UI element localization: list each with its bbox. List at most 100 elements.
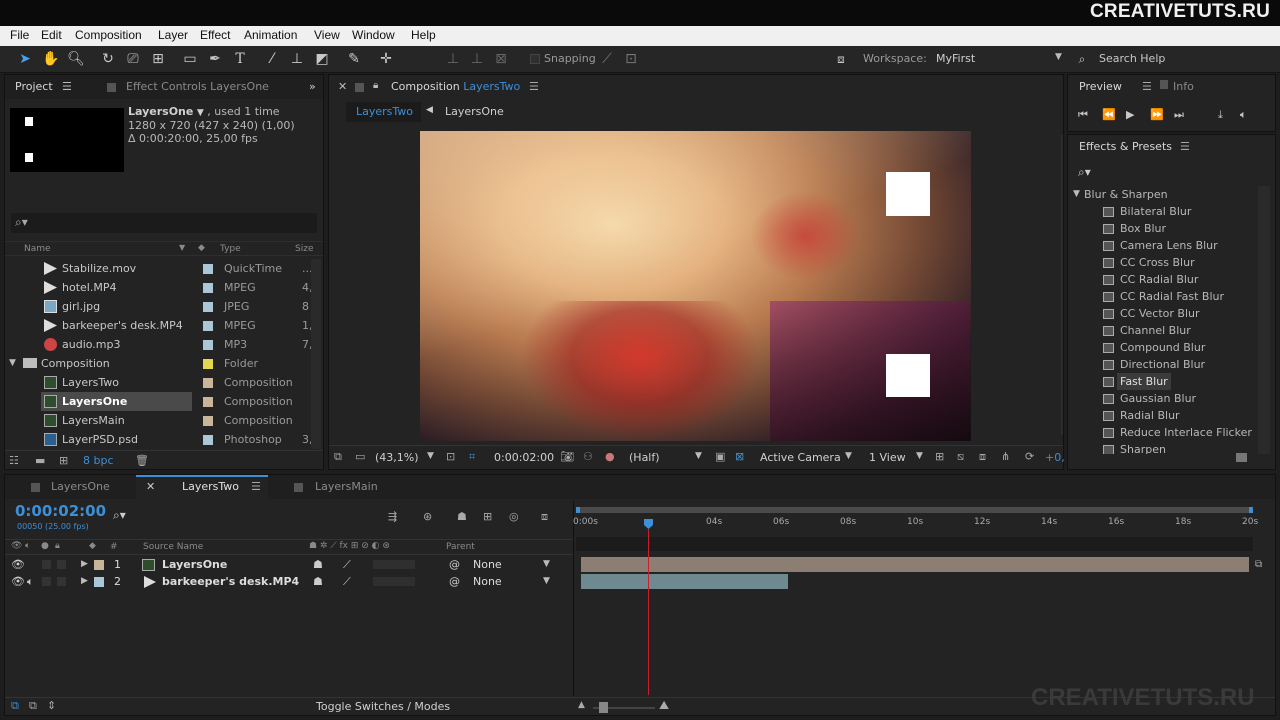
lock-box[interactable] — [57, 560, 66, 569]
panel-overflow-icon[interactable]: » — [309, 75, 316, 99]
local-axis-icon[interactable]: ⊥ — [444, 50, 462, 68]
col-name-header[interactable]: Name — [24, 244, 51, 254]
transfer-controls-icon[interactable]: ⧉ — [29, 699, 37, 713]
rectangle-tool-icon[interactable]: ▭ — [181, 50, 199, 68]
world-axis-icon[interactable]: ⊥ — [468, 50, 486, 68]
project-scrollbar[interactable] — [311, 259, 321, 449]
list-item[interactable]: Stabilize.mov QuickTime ... — [5, 259, 313, 278]
list-item[interactable]: LayersMain Composition — [5, 411, 311, 430]
pickwhip-icon[interactable]: @ — [449, 573, 460, 590]
pickwhip-icon[interactable]: @ — [449, 556, 460, 573]
loop-icon[interactable]: ⤓ — [1218, 108, 1223, 122]
project-search-input[interactable]: ⌕▾ — [11, 213, 317, 233]
col-parent-header[interactable]: Parent — [446, 542, 475, 552]
effect-item[interactable]: CC Radial Blur — [1068, 271, 1258, 288]
list-item[interactable]: LayerPSD.psd Photoshop 3, — [5, 430, 313, 449]
playhead-line[interactable] — [648, 529, 649, 695]
tab-layers-two[interactable]: ✕ LayersTwo ☰ — [136, 475, 268, 499]
expand-arrow-icon[interactable]: ▶ — [81, 573, 88, 590]
composition-viewer[interactable] — [420, 131, 971, 441]
type-tool-icon[interactable]: T — [231, 50, 249, 68]
region-interest-icon[interactable]: ▣ — [715, 450, 725, 463]
resolution-select[interactable]: (Half) — [629, 451, 660, 464]
close-icon[interactable]: ✕ — [338, 80, 347, 93]
zoom-in-icon[interactable]: ⛰︎ — [659, 698, 669, 713]
exposure-value[interactable]: +0, — [1045, 451, 1065, 464]
next-frame-icon[interactable]: ⏩ — [1150, 108, 1164, 121]
folder-row[interactable]: ▼ Composition Folder — [5, 354, 311, 373]
flowchart-icon[interactable]: ⋔ — [1001, 450, 1010, 463]
effect-item[interactable]: Gaussian Blur — [1068, 390, 1258, 407]
layer-row[interactable]: 👁︎ 🔈︎ ▶ 2 barkeeper's desk.MP4 ☗ ⟋ @ Non… — [9, 573, 577, 590]
chevron-down-icon[interactable]: ▼ — [543, 573, 550, 590]
brush-tool-icon[interactable]: ⁄ — [263, 50, 281, 68]
expand-arrow-icon[interactable]: ▼ — [9, 354, 16, 373]
menu-file[interactable]: File — [10, 28, 29, 42]
sort-arrow-icon[interactable]: ▼ — [179, 243, 185, 252]
new-comp-icon[interactable]: ⊞ — [59, 454, 68, 467]
snapping-checkbox[interactable] — [530, 54, 540, 64]
rotate-tool-icon[interactable]: ↻ — [99, 50, 117, 68]
selection-tool-icon[interactable]: ➤ — [16, 50, 34, 68]
views-select[interactable]: 1 View — [869, 451, 906, 464]
chevron-down-icon[interactable]: ▼ — [695, 451, 702, 461]
menu-edit[interactable]: Edit — [41, 28, 62, 42]
comp-mini-flowchart-icon[interactable]: ⇶ — [388, 510, 397, 523]
chevron-down-icon[interactable]: ▼ — [543, 556, 550, 573]
motion-blur-icon[interactable]: ◎ — [509, 510, 519, 523]
search-help-field[interactable]: Search Help — [1099, 52, 1165, 65]
viewer-timecode[interactable]: 0:00:02:00 — [494, 451, 554, 464]
camera-tool-icon[interactable]: ⎚ — [124, 50, 142, 68]
shy-switch-icon[interactable]: ☗ — [313, 556, 323, 573]
menu-animation[interactable]: Animation — [244, 28, 297, 42]
chevron-down-icon[interactable]: ▼ — [916, 451, 923, 461]
transparency-grid-icon[interactable]: ⊠ — [735, 450, 744, 463]
effect-item[interactable]: CC Vector Blur — [1068, 305, 1258, 322]
solo-icon[interactable]: ● — [41, 541, 49, 551]
safe-zones-icon[interactable]: ⌗ — [469, 450, 475, 464]
parent-select[interactable]: None — [473, 556, 502, 573]
lock-box[interactable] — [57, 577, 66, 586]
monitor-icon[interactable]: ▭ — [355, 450, 365, 463]
menu-view[interactable]: View — [314, 28, 340, 42]
chevron-down-icon[interactable]: ▼ — [845, 451, 852, 461]
layer-row[interactable]: 👁︎ ▶ 1 LayersOne ☗ ⟋ @ None ▼ — [9, 556, 577, 573]
tab-effect-controls[interactable]: Effect Controls LayersOne — [126, 75, 269, 99]
graph-editor-icon[interactable]: ⧈ — [541, 510, 548, 524]
zoom-tool-icon[interactable]: 🔍︎ — [67, 50, 85, 68]
close-icon[interactable]: ✕ — [146, 480, 155, 493]
panel-menu-icon[interactable]: ☰ — [529, 80, 539, 93]
menu-composition[interactable]: Composition — [75, 28, 142, 42]
timeline-timecode[interactable]: 0:00:02:00 — [15, 502, 106, 520]
list-item[interactable]: hotel.MP4 MPEG 4, — [5, 278, 313, 297]
panel-menu-icon[interactable]: ☰ — [62, 75, 72, 99]
list-item[interactable]: girl.jpg JPEG 8 — [5, 297, 311, 316]
col-source-header[interactable]: Source Name — [143, 542, 203, 552]
timeline-icon[interactable]: ⧈ — [979, 450, 986, 464]
layer-name[interactable]: LayersOne — [162, 556, 227, 573]
list-item[interactable]: LayersOne Composition — [5, 392, 311, 411]
time-ruler[interactable]: 0:00s 04s 06s 08s 10s 12s 14s 16s 18s 20… — [573, 517, 1263, 535]
snap-features-icon[interactable]: ⊡ — [622, 50, 640, 68]
chevron-down-icon[interactable]: ▼ — [427, 451, 434, 461]
effect-item[interactable]: Directional Blur — [1068, 356, 1258, 373]
audio-switch-icon[interactable]: 🔈︎ — [25, 541, 30, 551]
effect-item[interactable]: CC Cross Blur — [1068, 254, 1258, 271]
pan-behind-tool-icon[interactable]: ⊞ — [149, 50, 167, 68]
label-tag-icon[interactable]: ◆ — [198, 243, 205, 253]
expand-arrow-icon[interactable]: ▼ — [1073, 186, 1080, 203]
effects-title[interactable]: Effects & Presets — [1079, 140, 1172, 153]
in-out-icon[interactable]: ⇕ — [47, 699, 56, 712]
tab-layers-one[interactable]: LayersOne — [51, 480, 110, 493]
frame-blending-icon[interactable]: ⊞ — [483, 510, 492, 523]
trash-icon[interactable]: 🗑︎ — [135, 454, 149, 467]
menu-effect[interactable]: Effect — [200, 28, 230, 42]
effect-item[interactable]: Sharpen — [1068, 441, 1258, 454]
layer-name[interactable]: barkeeper's desk.MP4 — [162, 573, 299, 590]
puppet-tool-icon[interactable]: ✛ — [377, 50, 395, 68]
reset-exposure-icon[interactable]: ⟳ — [1025, 450, 1034, 463]
new-folder-icon[interactable] — [1236, 453, 1247, 462]
col-size-header[interactable]: Size — [295, 244, 313, 254]
search-icon[interactable]: ⌕▾ — [113, 508, 126, 523]
draft-3d-icon[interactable]: ⊛ — [423, 510, 432, 523]
